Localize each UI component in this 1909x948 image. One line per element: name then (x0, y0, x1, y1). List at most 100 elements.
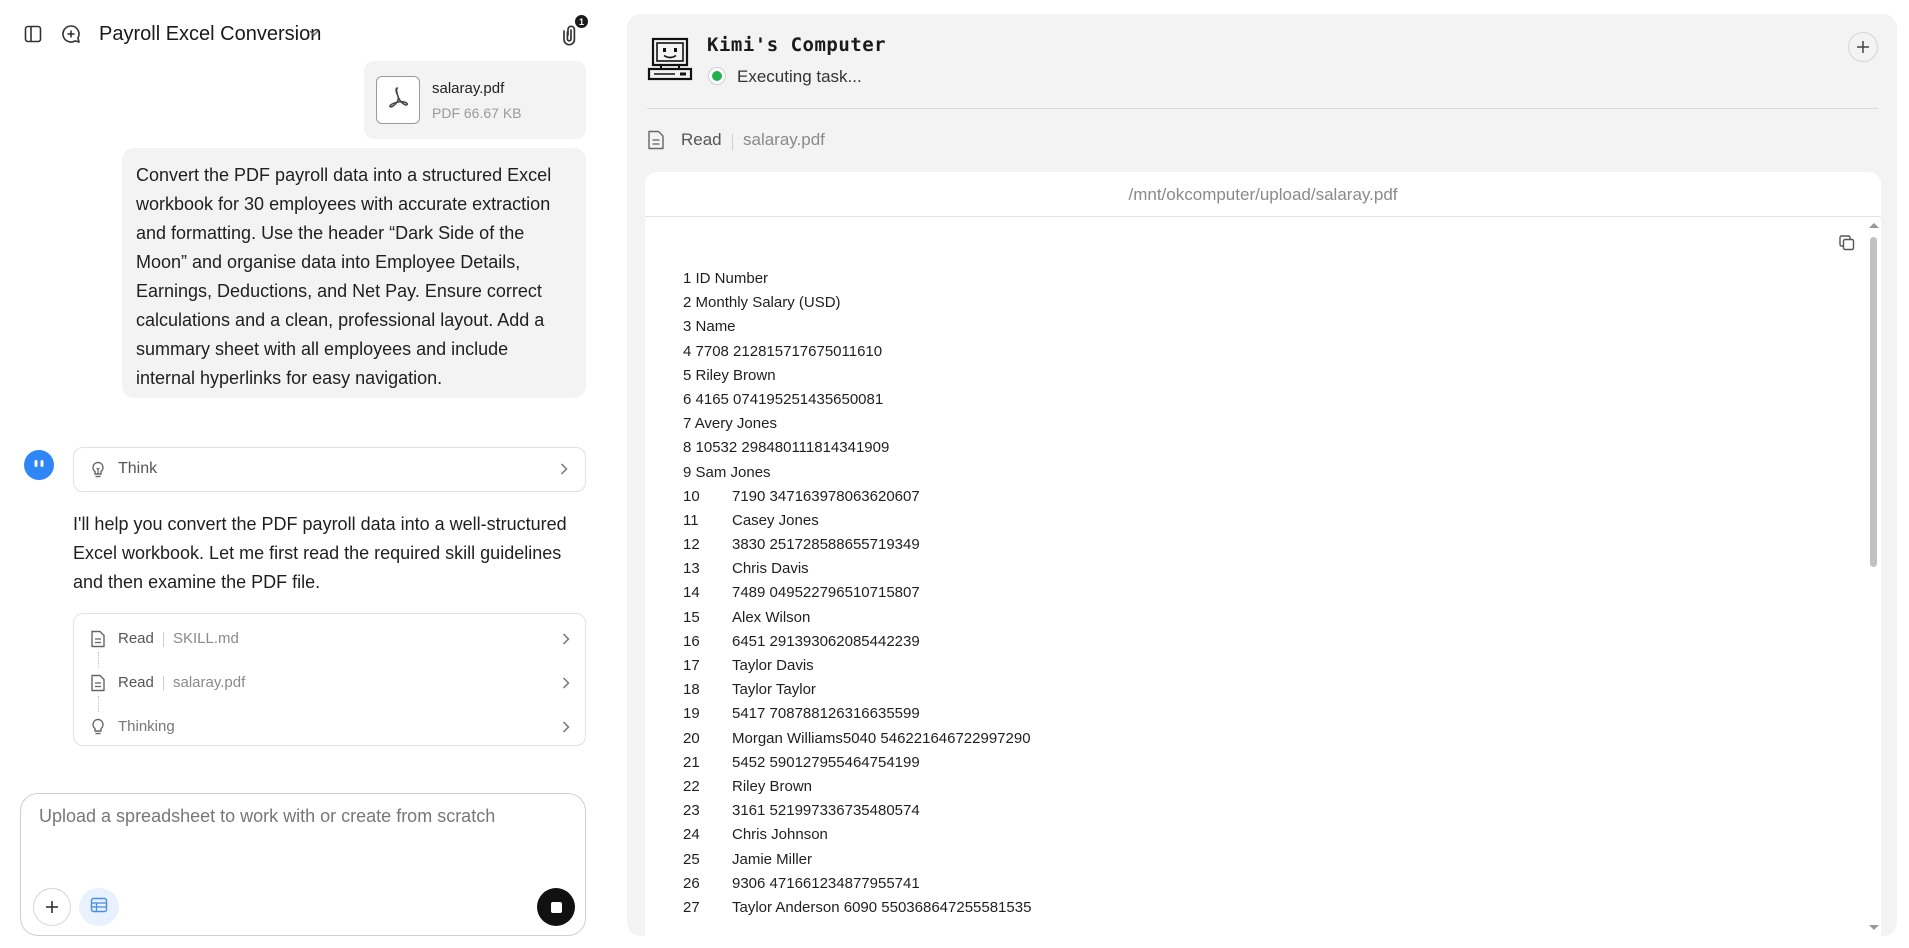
step-connector (98, 696, 99, 712)
line-number: 8 (683, 439, 692, 457)
attachment-card[interactable]: salaray.pdf PDF 66.67 KB (364, 61, 586, 139)
line-text: 5417 708788126316635599 (732, 705, 920, 723)
line-number: 11 (683, 511, 699, 529)
step-thinking[interactable]: Thinking (74, 712, 587, 742)
line-number: 3 (683, 318, 692, 336)
line-number: 4 (683, 342, 692, 360)
file-line: 5 Riley Brown (683, 364, 1031, 388)
line-number: 14 (683, 584, 700, 602)
chevron-right-icon (561, 720, 571, 739)
step-argument: SKILL.md (173, 630, 239, 647)
tool-steps: Read SKILL.md Read salaray.pdf Thinking (73, 613, 586, 746)
document-icon (90, 630, 106, 653)
think-block[interactable]: Think (73, 447, 586, 492)
chat-panel: Payroll Excel Conversion 1 salaray.pdf P… (0, 0, 610, 948)
line-number: 15 (683, 608, 700, 626)
line-text: Morgan Williams5040 546221646722997290 (732, 729, 1031, 747)
line-text: 7489 049522796510715807 (732, 584, 920, 602)
lightbulb-icon (90, 718, 106, 741)
line-number: 12 (683, 536, 700, 554)
tool-call-file: salaray.pdf (743, 130, 825, 149)
line-text: ID Number (695, 270, 769, 287)
chevron-right-icon (561, 632, 571, 651)
line-number: 26 (683, 874, 700, 892)
file-line: 25 Jamie Miller (683, 848, 1031, 872)
line-number: 23 (683, 802, 700, 820)
chat-header: Payroll Excel Conversion 1 (0, 0, 610, 66)
message-input[interactable] (39, 806, 569, 827)
file-content: 1 ID Number 2 Monthly Salary (USD) 3 Name 4… (683, 267, 1031, 920)
line-text: Name (695, 318, 736, 336)
line-text: 5452 590127955464754199 (732, 753, 920, 771)
line-text: Taylor Taylor (732, 681, 816, 699)
chat-title[interactable]: Payroll Excel Conversion (99, 20, 321, 48)
attachment-count-badge: 1 (575, 15, 588, 28)
file-line: 12 3830 251728588655719349 (683, 533, 1031, 557)
chevron-down-icon[interactable] (308, 26, 320, 44)
line-number: 20 (683, 729, 700, 747)
step-connector (98, 652, 99, 668)
line-number: 17 (683, 657, 700, 674)
line-text: 4165 074195251435650081 (695, 390, 884, 408)
sidebar-toggle-icon[interactable] (19, 20, 47, 48)
line-number: 7 (683, 415, 692, 433)
file-line: 11 Casey Jones (683, 509, 1031, 533)
pdf-file-icon (376, 76, 420, 124)
computer-icon (647, 36, 693, 87)
file-line: 19 5417 708788126316635599 (683, 702, 1031, 726)
add-button[interactable] (1848, 32, 1878, 62)
line-number: 2 (683, 294, 692, 312)
line-number: 27 (683, 898, 700, 916)
line-number: 18 (683, 681, 700, 699)
table-icon (90, 897, 108, 918)
line-text: Riley Brown (695, 366, 776, 384)
user-message: Convert the PDF payroll data into a stru… (122, 148, 586, 398)
file-line: 17 Taylor Davis (683, 654, 1031, 678)
line-number: 22 (683, 777, 700, 795)
scrollbar-thumb[interactable] (1870, 237, 1877, 567)
line-text: Taylor Anderson 6090 550368647255581535 (732, 898, 1032, 916)
spreadsheet-mode-button[interactable] (79, 888, 119, 926)
file-line: 8 10532 298480111814341909 (683, 436, 1031, 460)
line-text: Riley Brown (732, 777, 813, 795)
file-line: 6 4165 074195251435650081 (683, 388, 1031, 412)
file-line: 1 ID Number (683, 267, 1031, 291)
line-text: 6451 291393062085442239 (732, 632, 920, 650)
step-read-pdf[interactable]: Read salaray.pdf (74, 668, 587, 698)
status-text: Executing task... (737, 67, 862, 86)
file-line: 13 Chris Davis (683, 557, 1031, 581)
file-line: 2 Monthly Salary (USD) (683, 291, 1031, 315)
computer-title: Kimi's Computer (707, 34, 887, 56)
file-line: 15 Alex Wilson (683, 606, 1031, 630)
line-number: 10 (683, 487, 700, 505)
add-attachment-button[interactable] (33, 888, 71, 926)
document-icon (90, 674, 106, 697)
step-read-skill[interactable]: Read SKILL.md (74, 624, 587, 654)
line-text: Chris Davis (732, 560, 809, 578)
assistant-avatar (24, 450, 54, 480)
line-number: 24 (683, 826, 700, 844)
file-line: 18 Taylor Taylor (683, 678, 1031, 702)
line-number: 13 (683, 560, 700, 578)
line-text: 3161 521997336735480574 (732, 802, 920, 820)
file-line: 4 7708 212815717675011610 (683, 340, 1031, 364)
line-text: 9306 471661234877955741 (732, 874, 920, 892)
tool-call-divider (732, 134, 733, 150)
line-text: 10532 298480111814341909 (695, 439, 890, 457)
file-line: 14 7489 049522796510715807 (683, 581, 1031, 605)
attachment-meta: PDF 66.67 KB (432, 105, 522, 121)
divider (647, 108, 1878, 109)
new-chat-icon[interactable] (57, 20, 85, 48)
line-number: 21 (683, 753, 700, 771)
file-path: /mnt/okcomputer/upload/salaray.pdf (645, 172, 1881, 217)
line-number: 5 (683, 366, 692, 384)
file-line: 20 Morgan Williams5040 546221646722997290 (683, 727, 1031, 751)
line-text: Sam Jones (695, 463, 771, 481)
tool-call-label: Read (681, 130, 722, 149)
stop-button[interactable] (537, 888, 575, 926)
scrollbar[interactable] (1867, 217, 1881, 936)
copy-icon[interactable] (1838, 234, 1856, 257)
file-line: 10 7190 347163978063620607 (683, 485, 1031, 509)
lightbulb-icon (90, 461, 106, 484)
line-text: Taylor Davis (732, 657, 814, 674)
